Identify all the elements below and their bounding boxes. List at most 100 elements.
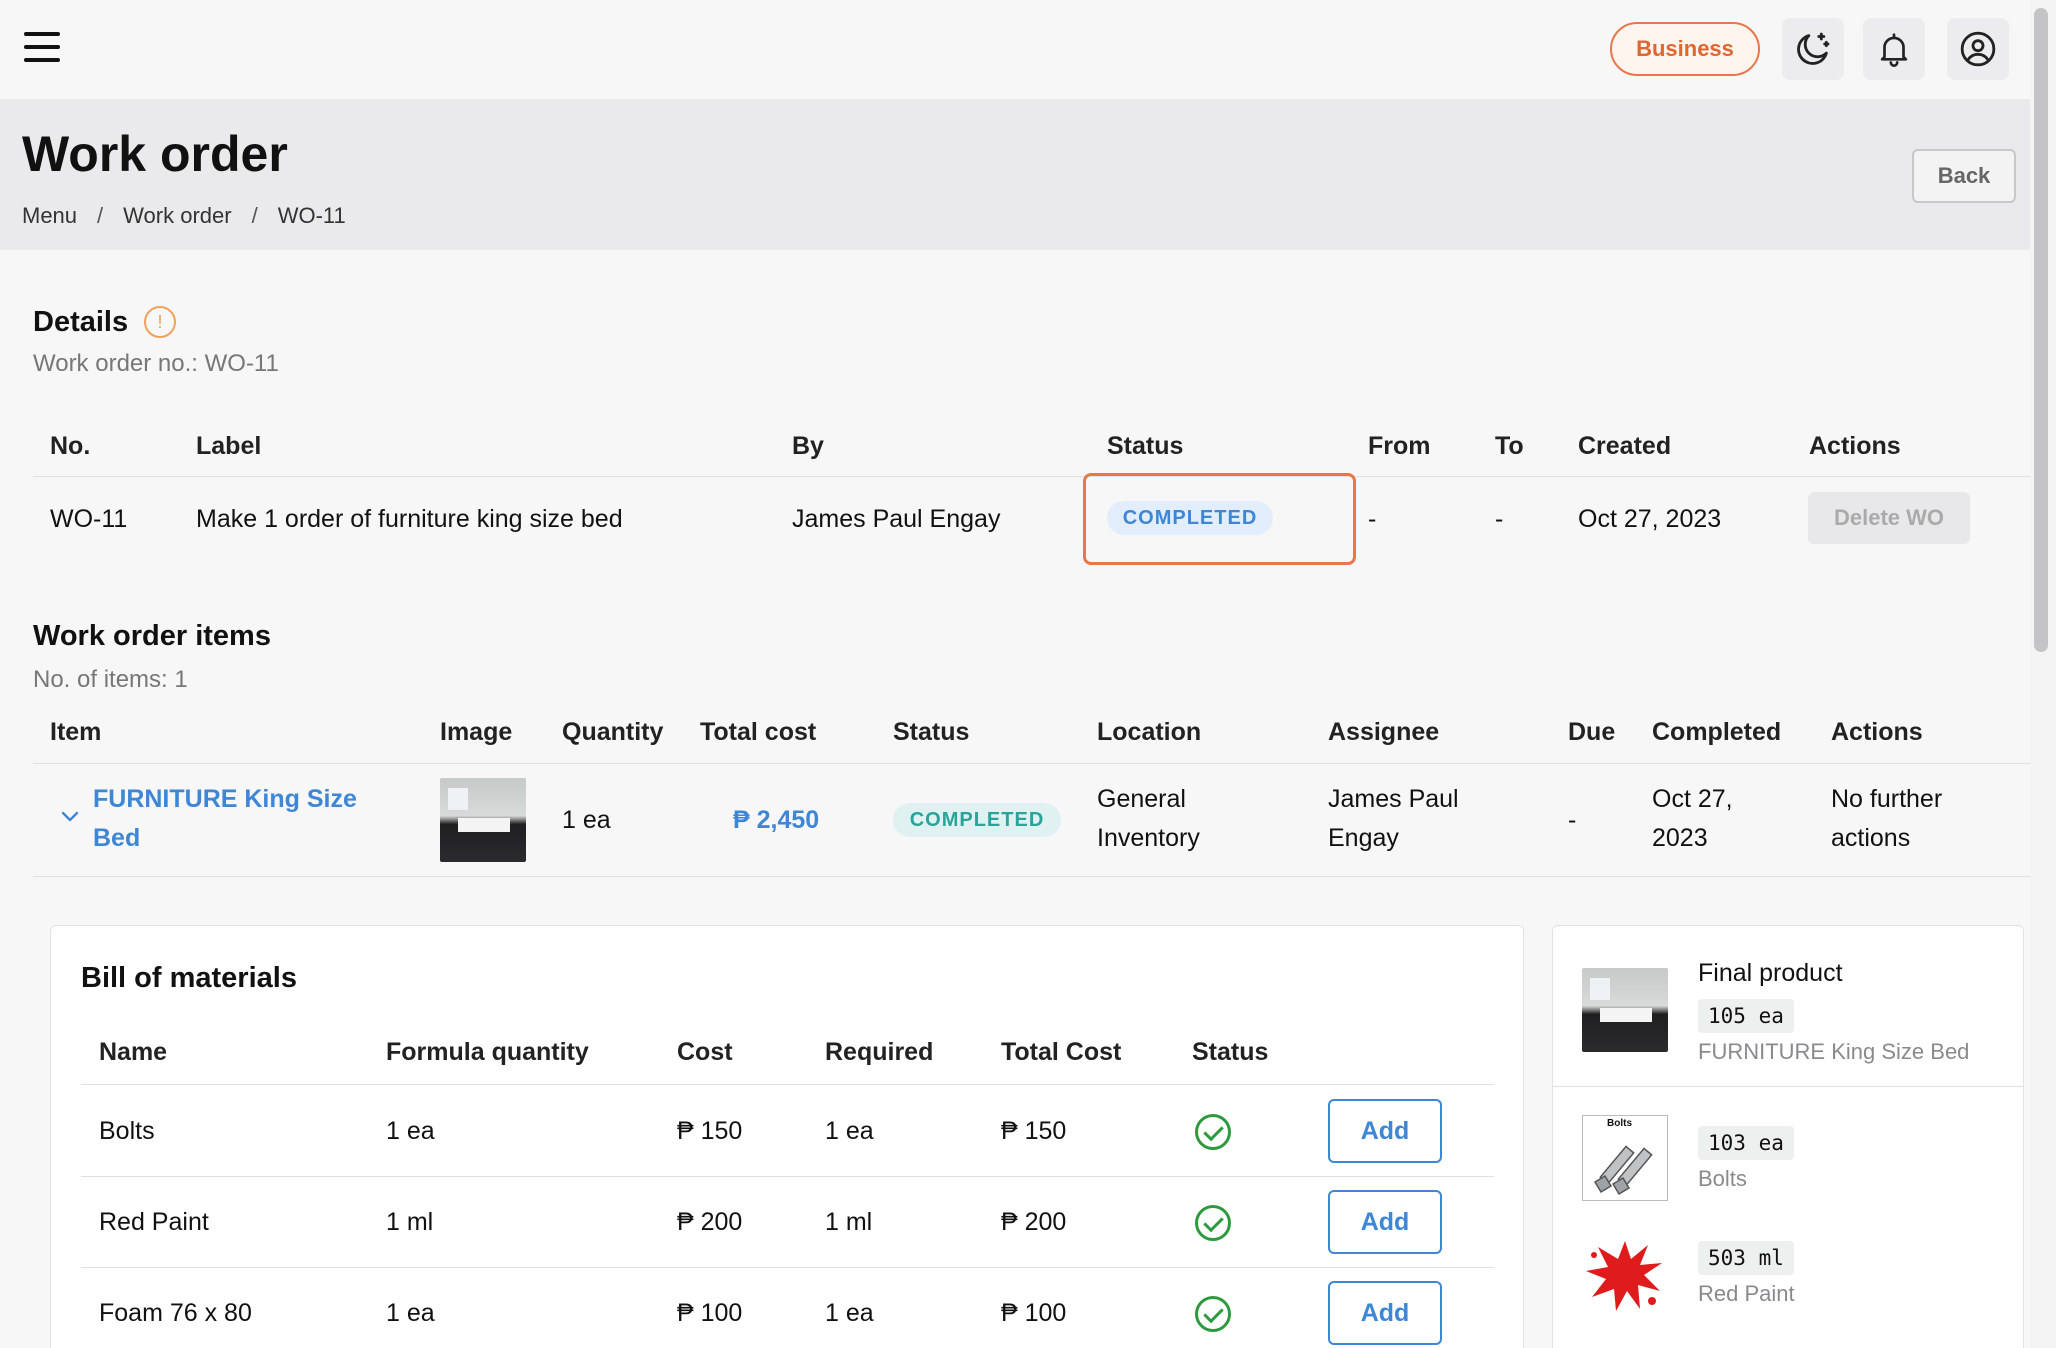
profile-button[interactable] xyxy=(1947,18,2009,80)
col-header-actions: Actions xyxy=(1809,432,1901,460)
info-icon[interactable]: ! xyxy=(144,306,176,338)
breadcrumb-separator: / xyxy=(251,203,258,228)
bell-icon xyxy=(1880,33,1908,67)
add-button[interactable]: Add xyxy=(1328,1190,1442,1254)
details-title: Details xyxy=(33,306,129,338)
col-header-due: Due xyxy=(1568,718,1616,746)
col-header-actions: Actions xyxy=(1831,718,1923,746)
material-name: Foam 76 x 80 xyxy=(99,1299,252,1327)
col-header-image: Image xyxy=(440,718,513,746)
bolts-image-caption: Bolts xyxy=(1607,1118,1632,1129)
completed-line: 2023 xyxy=(1652,824,1708,852)
check-circle-icon xyxy=(1195,1205,1231,1241)
divider xyxy=(33,876,2030,877)
col-header-cost: Cost xyxy=(677,1038,733,1066)
divider xyxy=(81,1267,1494,1268)
material-qty: 503 ml xyxy=(1698,1241,1794,1275)
material-cost: ₱ 100 xyxy=(677,1299,743,1327)
material-total-cost: ₱ 200 xyxy=(1001,1208,1067,1236)
add-button[interactable]: Add xyxy=(1328,1281,1442,1345)
check-circle-icon xyxy=(1195,1296,1231,1332)
status-highlight xyxy=(1083,473,1356,565)
item-total-cost[interactable]: ₱ 2,450 xyxy=(733,806,819,835)
wo-label: Make 1 order of furniture king size bed xyxy=(196,505,623,533)
assignee-line: James Paul xyxy=(1328,785,1459,813)
material-name: Red Paint xyxy=(99,1208,209,1236)
item-name-line[interactable]: Bed xyxy=(93,819,357,858)
dark-mode-toggle[interactable] xyxy=(1782,18,1844,80)
actions-line: actions xyxy=(1831,824,1911,852)
item-link[interactable]: FURNITURE King Size Bed xyxy=(93,780,357,858)
material-formula-qty: 1 ea xyxy=(386,1117,435,1145)
top-bar: Business xyxy=(0,0,2030,99)
item-completed: Oct 27, 2023 xyxy=(1652,780,1733,858)
final-product-label: Final product xyxy=(1698,959,1843,987)
col-header-formula-quantity: Formula quantity xyxy=(386,1038,589,1066)
col-header-no: No. xyxy=(50,432,91,460)
work-order-number: Work order no.: WO-11 xyxy=(33,350,279,377)
moon-icon xyxy=(1797,32,1830,65)
col-header-status: Status xyxy=(1192,1038,1269,1066)
final-product-name: FURNITURE King Size Bed xyxy=(1698,1039,1970,1064)
col-header-location: Location xyxy=(1097,718,1202,746)
item-quantity: 1 ea xyxy=(562,806,611,834)
notifications-button[interactable] xyxy=(1863,18,1925,80)
col-header-label: Label xyxy=(196,432,262,460)
wo-by: James Paul Engay xyxy=(792,505,1001,533)
red-paint-splash-icon xyxy=(1586,1241,1662,1311)
bolts-image: Bolts xyxy=(1582,1115,1668,1201)
final-product-qty: 105 ea xyxy=(1698,999,1794,1033)
divider xyxy=(33,763,2030,764)
material-required: 1 ea xyxy=(825,1117,874,1145)
col-header-from: From xyxy=(1368,432,1431,460)
material-name: Bolts xyxy=(99,1117,155,1145)
wo-to: - xyxy=(1495,505,1504,533)
completed-line: Oct 27, xyxy=(1652,785,1733,813)
breadcrumb-current: WO-11 xyxy=(277,203,346,228)
page-title: Work order xyxy=(22,126,288,182)
business-button[interactable]: Business xyxy=(1610,22,1760,76)
add-button[interactable]: Add xyxy=(1328,1099,1442,1163)
material-qty: 103 ea xyxy=(1698,1126,1794,1160)
divider xyxy=(81,1084,1494,1085)
item-assignee: James Paul Engay xyxy=(1328,780,1459,858)
col-header-total-cost: Total Cost xyxy=(1001,1038,1122,1066)
col-header-status: Status xyxy=(1107,432,1184,460)
items-count: No. of items: 1 xyxy=(33,666,188,693)
item-name-line[interactable]: FURNITURE King Size xyxy=(93,780,357,819)
divider xyxy=(81,1176,1494,1177)
item-actions: No further actions xyxy=(1831,780,1942,858)
breadcrumb-menu[interactable]: Menu xyxy=(22,203,77,229)
wo-created: Oct 27, 2023 xyxy=(1578,505,1722,533)
col-header-completed: Completed xyxy=(1652,718,1782,746)
back-button[interactable]: Back xyxy=(1912,149,2016,203)
location-line: General xyxy=(1097,785,1186,813)
col-header-status: Status xyxy=(893,718,970,746)
col-header-created: Created xyxy=(1578,432,1672,460)
col-header-by: By xyxy=(792,432,824,460)
page-header: Work order Menu / Work order / WO-11 Bac… xyxy=(0,99,2030,250)
col-header-quantity: Quantity xyxy=(562,718,664,746)
breadcrumb: Menu / Work order / WO-11 xyxy=(22,203,346,229)
breadcrumb-work-order[interactable]: Work order xyxy=(123,203,231,229)
item-location: General Inventory xyxy=(1097,780,1200,858)
assignee-line: Engay xyxy=(1328,824,1399,852)
material-required: 1 ea xyxy=(825,1299,874,1327)
actions-line: No further xyxy=(1831,785,1943,813)
breadcrumb-separator: / xyxy=(97,203,104,228)
items-title: Work order items xyxy=(33,620,271,652)
final-product-image xyxy=(1582,968,1668,1052)
material-name: Bolts xyxy=(1698,1166,1747,1191)
divider xyxy=(1553,1086,2023,1087)
divider xyxy=(33,476,2030,477)
col-header-assignee: Assignee xyxy=(1328,718,1440,746)
chevron-down-icon[interactable] xyxy=(60,810,80,824)
material-total-cost: ₱ 150 xyxy=(1001,1117,1067,1145)
col-header-total-cost: Total cost xyxy=(700,718,817,746)
material-cost: ₱ 150 xyxy=(677,1117,743,1145)
item-image xyxy=(440,778,526,862)
location-line: Inventory xyxy=(1097,824,1200,852)
menu-icon[interactable] xyxy=(24,32,60,62)
scrollbar-thumb[interactable] xyxy=(2034,8,2048,652)
delete-wo-button[interactable]: Delete WO xyxy=(1808,492,1970,544)
